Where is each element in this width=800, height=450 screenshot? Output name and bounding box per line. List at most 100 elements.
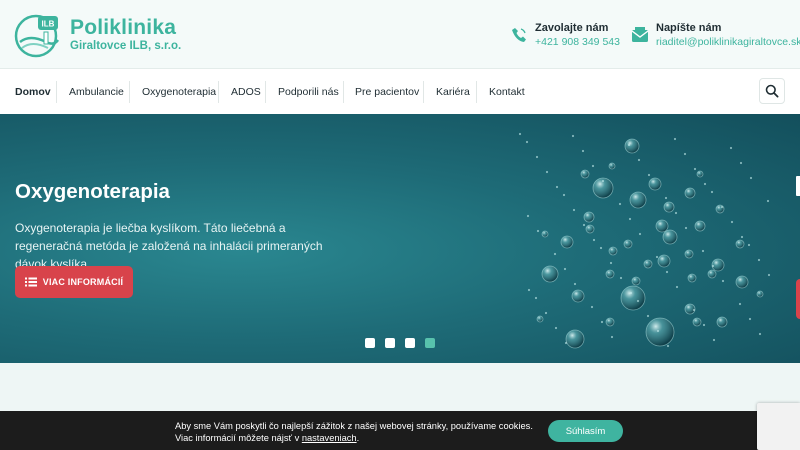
sparkle-shape [710, 190, 714, 194]
next-slide-button-peek[interactable] [796, 279, 800, 319]
sparkle-shape [553, 252, 557, 256]
sparkle-shape [535, 155, 539, 159]
bubble-shape [643, 259, 653, 269]
brand-subtitle[interactable]: Giraltovce ILB, s.r.o. [70, 40, 181, 52]
bubble-shape [716, 316, 728, 328]
sparkle-shape [637, 158, 641, 162]
cookie-accept-button[interactable]: Súhlasím [548, 420, 623, 442]
search-icon [765, 84, 779, 98]
bubble-shape [620, 285, 646, 311]
search-button[interactable] [759, 78, 785, 104]
bubble-shape [684, 303, 696, 315]
slider-pagination [365, 338, 437, 348]
sparkle-shape [601, 179, 605, 183]
sparkle-shape [703, 182, 707, 186]
sparkle-shape [562, 193, 566, 197]
sparkle-shape [665, 270, 669, 274]
logo-text: ILB [42, 20, 55, 29]
brand-title[interactable]: Poliklinika [70, 16, 176, 40]
sparkle-shape [684, 226, 688, 230]
contact-email-title: Napíšte nám [656, 22, 722, 34]
nav-item-kariera[interactable]: Kariéra [436, 86, 470, 98]
bubble-shape [605, 269, 615, 279]
nav-divider [56, 81, 57, 103]
sparkle-shape [712, 338, 716, 342]
site-header: ILB Poliklinika Giraltovce ILB, s.r.o. Z… [0, 0, 800, 68]
nav-item-oxygenoterapia[interactable]: Oxygenoterapia [142, 86, 216, 98]
sparkle-shape [618, 202, 622, 206]
bubble-shape [580, 169, 590, 179]
hero-title: Oxygenoterapia [15, 180, 170, 203]
slider-dot-1[interactable] [365, 338, 375, 348]
contact-email[interactable]: Napíšte nám riaditel@poliklinikagiraltov… [631, 22, 800, 52]
nav-item-ambulancie[interactable]: Ambulancie [69, 86, 124, 98]
sparkle-shape [555, 185, 559, 189]
slider-dot-4[interactable] [425, 338, 435, 348]
logo-icon[interactable]: ILB [14, 12, 62, 60]
sparkle-shape [526, 214, 530, 218]
sparkle-shape [591, 164, 595, 168]
list-icon [24, 277, 37, 287]
bubble-shape [536, 315, 544, 323]
bubble-shape [608, 246, 618, 256]
bubble-shape [707, 269, 717, 279]
bubble-shape [694, 220, 706, 232]
recaptcha-badge[interactable] [757, 403, 800, 450]
bubble-shape [565, 329, 585, 349]
sparkle-shape [609, 261, 613, 265]
bubble-shape [756, 290, 764, 298]
sparkle-shape [571, 134, 575, 138]
contact-phone-title: Zavolajte nám [535, 22, 609, 34]
contact-phone[interactable]: Zavolajte nám +421 908 349 543 [510, 22, 620, 52]
sparkle-shape [628, 217, 632, 221]
sparkle-shape [582, 223, 586, 227]
bubble-shape [560, 235, 574, 249]
bubble-shape [735, 239, 745, 249]
sparkle-shape [599, 246, 603, 250]
sparkle-shape [518, 132, 522, 136]
sparkle-shape [720, 205, 724, 209]
sparkle-shape [534, 296, 538, 300]
sparkle-shape [525, 140, 529, 144]
main-nav: Domov Ambulancie Oxygenoterapia ADOS Pod… [0, 68, 800, 114]
sparkle-shape [554, 326, 558, 330]
nav-item-kontakt[interactable]: Kontakt [489, 86, 525, 98]
more-info-button[interactable]: VIAC INFORMÁCIÍ [15, 266, 133, 298]
sparkle-shape [564, 341, 568, 345]
bubble-shape [696, 170, 704, 178]
bubble-shape [692, 317, 702, 327]
sparkle-shape [675, 285, 679, 289]
sparkle-shape [619, 276, 623, 280]
sparkle-shape [721, 279, 725, 283]
nav-item-podporili-nas[interactable]: Podporili nás [278, 86, 339, 98]
bubble-shape [624, 138, 640, 154]
sparkle-shape [610, 335, 614, 339]
bubble-shape [645, 317, 675, 347]
sparkle-shape [590, 305, 594, 309]
sparkle-shape [536, 229, 540, 233]
nav-item-pre-pacientov[interactable]: Pre pacientov [355, 86, 419, 98]
slider-dot-3[interactable] [405, 338, 415, 348]
sparkle-shape [766, 199, 770, 203]
nav-item-domov[interactable]: Domov [15, 86, 51, 98]
bubble-shape [662, 229, 678, 245]
slider-dot-2[interactable] [385, 338, 395, 348]
sparkle-shape [581, 149, 585, 153]
cookie-settings-link[interactable]: nastaveniach [302, 433, 357, 443]
contact-email-value[interactable]: riaditel@poliklinikagiraltovce.sk [656, 36, 800, 48]
sparkle-shape [674, 211, 678, 215]
more-info-label: VIAC INFORMÁCIÍ [42, 277, 124, 287]
nav-item-ados[interactable]: ADOS [231, 86, 261, 98]
contact-phone-value[interactable]: +421 908 349 543 [535, 36, 620, 48]
phone-icon [512, 28, 526, 42]
sparkle-shape [646, 314, 650, 318]
sparkle-shape [545, 170, 549, 174]
cookie-message-end: . [356, 433, 360, 443]
bubble-shape [631, 276, 641, 286]
bubble-shape [735, 275, 749, 289]
bubble-shape [648, 177, 662, 191]
next-slide-title-peek [796, 176, 800, 196]
nav-divider [476, 81, 477, 103]
mail-icon [631, 27, 649, 42]
bubble-shape [541, 230, 549, 238]
